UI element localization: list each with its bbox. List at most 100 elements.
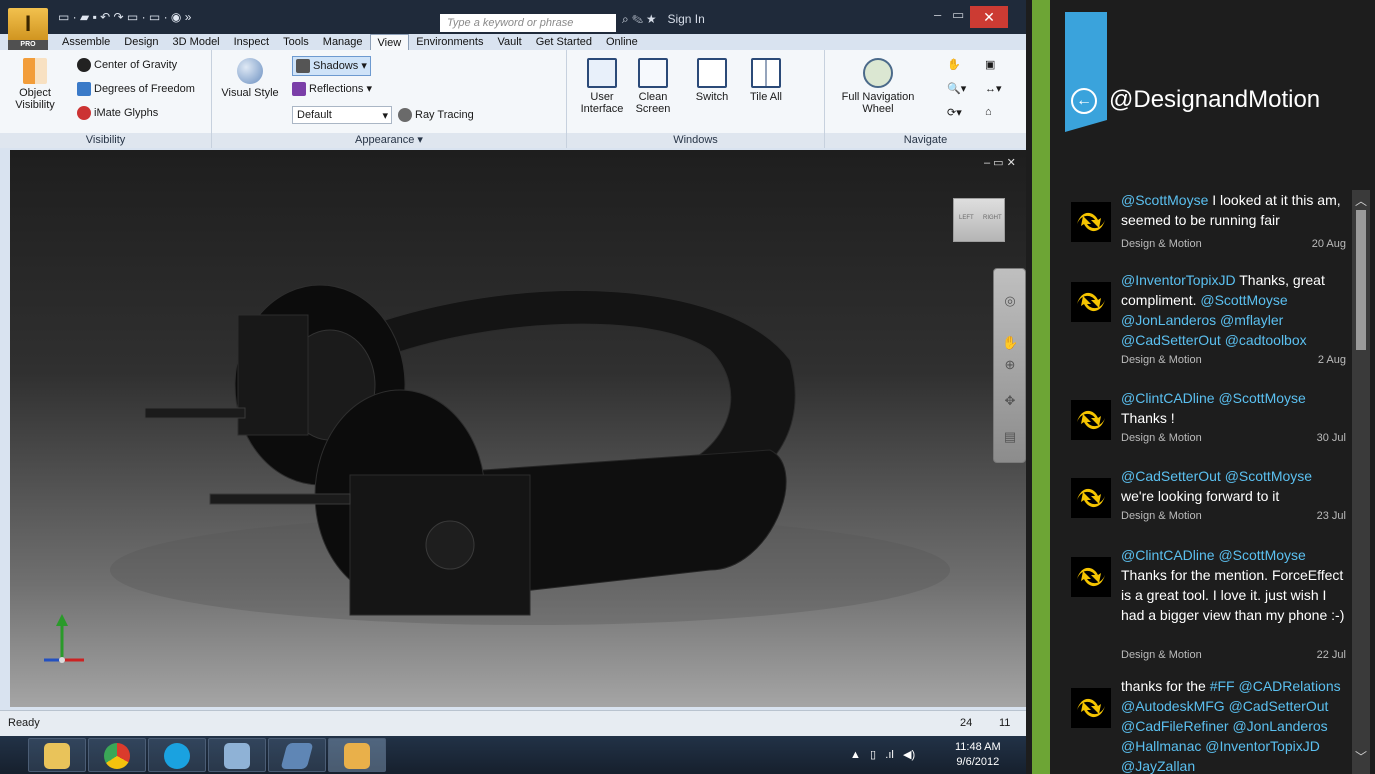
tile-all-button[interactable]: Tile All <box>743 58 789 103</box>
chrome-taskbar-button[interactable] <box>88 738 146 772</box>
back-arrow-icon[interactable]: ← <box>1071 88 1097 114</box>
zoom-icon[interactable]: 🔍▾ <box>947 82 966 95</box>
tweet-mention[interactable]: @ScottMoyse <box>1121 192 1208 208</box>
appearance-default-dropdown[interactable]: Default ▾ <box>292 106 392 124</box>
chevron-down-icon: ▾ <box>382 110 388 122</box>
avatar <box>1071 202 1111 242</box>
minimize-button[interactable]: – <box>934 7 941 22</box>
status-text: Ready <box>8 717 40 729</box>
zoom-icon[interactable]: ⊕ <box>1002 357 1018 373</box>
close-button[interactable]: ✕ <box>970 6 1008 28</box>
tab-environments[interactable]: Environments <box>409 34 490 50</box>
wrench-icon[interactable]: ✎ <box>632 12 643 26</box>
tweet-feed[interactable]: @ScottMoyse I looked at it this am, seem… <box>1050 188 1355 774</box>
inventor-app-menu-button[interactable]: I PRO <box>8 8 48 50</box>
star-icon[interactable]: ★ <box>646 12 656 26</box>
full-navigation-wheel-label: Full Navigation Wheel <box>841 91 915 115</box>
search-input[interactable]: Type a keyword or phrase <box>440 14 616 32</box>
orbit-icon[interactable]: ⟳▾ <box>947 106 962 119</box>
appearance-panel-label: Appearance ▾ <box>212 133 566 148</box>
object-visibility-icon <box>23 58 47 84</box>
folder-icon <box>44 743 70 769</box>
notes-taskbar-button[interactable] <box>268 738 326 772</box>
tweet-date: 22 Jul <box>1316 649 1346 661</box>
center-of-gravity-button[interactable]: Center of Gravity <box>77 58 177 72</box>
pan-icon[interactable]: ✋ <box>1002 335 1018 351</box>
steering-wheel-icon[interactable]: ◎ <box>1002 293 1018 309</box>
viewport-window-controls[interactable]: – ▭ ✕ <box>984 156 1016 169</box>
tweet-mention[interactable]: @InventorTopixJD <box>1121 272 1236 288</box>
maximize-button[interactable]: ▭ <box>952 7 964 23</box>
view-cube[interactable]: LEFT RIGHT <box>953 198 1005 242</box>
tab-3d-model[interactable]: 3D Model <box>166 34 227 50</box>
feed-scrollbar[interactable]: ︿ ﹀ <box>1352 190 1370 774</box>
tab-assemble[interactable]: Assemble <box>55 34 117 50</box>
center-of-gravity-label: Center of Gravity <box>94 58 178 71</box>
chevron-down-icon[interactable]: ﹀ <box>1355 748 1367 765</box>
tab-vault[interactable]: Vault <box>490 34 528 50</box>
ray-tracing-icon <box>398 108 412 122</box>
pan-icon[interactable]: ✋ <box>947 58 961 71</box>
tweet-mention[interactable]: @ClintCADline @ScottMoyse <box>1121 390 1306 406</box>
tab-manage[interactable]: Manage <box>316 34 370 50</box>
tweet-mention[interactable]: @CadSetterOut @ScottMoyse <box>1121 468 1312 484</box>
ray-tracing-label: Ray Tracing <box>415 108 474 121</box>
tab-tools[interactable]: Tools <box>276 34 316 50</box>
tweet-author: Design & Motion <box>1121 238 1202 250</box>
inventor-taskbar-button[interactable] <box>328 738 386 772</box>
orbit-icon[interactable]: ✥ <box>1002 393 1018 409</box>
imate-glyphs-label: iMate Glyphs <box>94 106 159 119</box>
object-visibility-button[interactable]: Object Visibility <box>12 58 58 111</box>
visual-style-button[interactable]: Visual Style <box>220 58 280 99</box>
full-navigation-wheel-button[interactable]: Full Navigation Wheel <box>831 58 925 115</box>
shadows-button[interactable]: Shadows ▾ <box>292 56 371 77</box>
switch-button[interactable]: Switch <box>689 58 735 103</box>
reflections-label: Reflections <box>309 83 364 95</box>
tab-inspect[interactable]: Inspect <box>227 34 276 50</box>
look-at-icon[interactable]: ▣ <box>985 58 995 71</box>
skype-taskbar-button[interactable] <box>148 738 206 772</box>
explorer-taskbar-button[interactable] <box>28 738 86 772</box>
tweet-meta: Design & Motion 23 Jul <box>1121 510 1346 522</box>
look-at-icon[interactable]: ▤ <box>1002 429 1018 445</box>
windows-panel-label: Windows <box>567 133 824 148</box>
home-view-icon[interactable]: ⌂ <box>985 106 992 118</box>
clean-screen-button[interactable]: Clean Screen <box>633 58 673 115</box>
headphones-model[interactable] <box>10 150 1026 707</box>
viewcube-left-face[interactable]: LEFT <box>959 215 974 221</box>
system-tray[interactable]: ▲ ▯ .ıl ◀) <box>850 748 915 761</box>
twitter-app: ← @DesignandMotion @ScottMoyse I looked … <box>1050 0 1375 774</box>
tab-view[interactable]: View <box>369 34 410 50</box>
tweet-mention[interactable]: @ClintCADline @ScottMoyse <box>1121 547 1306 563</box>
status-count-a: 24 <box>960 717 973 729</box>
imate-glyphs-button[interactable]: iMate Glyphs <box>77 106 158 120</box>
ray-tracing-button[interactable]: Ray Tracing <box>398 108 474 122</box>
reflections-button[interactable]: Reflections ▾ <box>292 82 372 97</box>
tab-get-started[interactable]: Get Started <box>529 34 599 50</box>
viewcube-right-face[interactable]: RIGHT <box>983 215 1002 221</box>
tweet-body: Thanks ! <box>1121 410 1175 426</box>
binoculars-icon[interactable]: ⌕ <box>622 12 629 26</box>
quick-access-toolbar[interactable]: ▭ · ▰ ▪ ↶ ↷ ▭ · ▭ · ◉ » <box>58 10 191 24</box>
user-interface-button[interactable]: User Interface <box>579 58 625 115</box>
ribbon-tabs: Assemble Design 3D Model Inspect Tools M… <box>55 34 645 50</box>
header-accent <box>1065 12 1107 132</box>
avatar <box>1071 557 1111 597</box>
calculator-taskbar-button[interactable] <box>208 738 266 772</box>
navigate-panel: Full Navigation Wheel ✋ ▣ 🔍▾ ↔▾ ⟳▾ ⌂ Nav… <box>825 50 1026 148</box>
3d-viewport[interactable] <box>10 150 1026 707</box>
scrollbar-thumb[interactable] <box>1356 210 1366 350</box>
tab-online[interactable]: Online <box>599 34 645 50</box>
degrees-of-freedom-icon <box>77 82 91 96</box>
navigation-wheel-icon <box>863 58 893 88</box>
clock[interactable]: 11:48 AM 9/6/2012 <box>955 740 1001 770</box>
user-interface-label: User Interface <box>580 91 624 115</box>
degrees-of-freedom-button[interactable]: Degrees of Freedom <box>77 82 195 96</box>
shadows-icon <box>296 59 310 74</box>
tweet-body: Thanks for the mention. ForceEffect is a… <box>1121 567 1345 623</box>
snap-splitter[interactable] <box>1032 0 1050 774</box>
chevron-up-icon[interactable]: ︿ <box>1355 192 1367 209</box>
sign-in-link[interactable]: Sign In <box>667 12 704 26</box>
zoom-all-icon[interactable]: ↔▾ <box>985 82 1002 95</box>
tab-design[interactable]: Design <box>117 34 165 50</box>
